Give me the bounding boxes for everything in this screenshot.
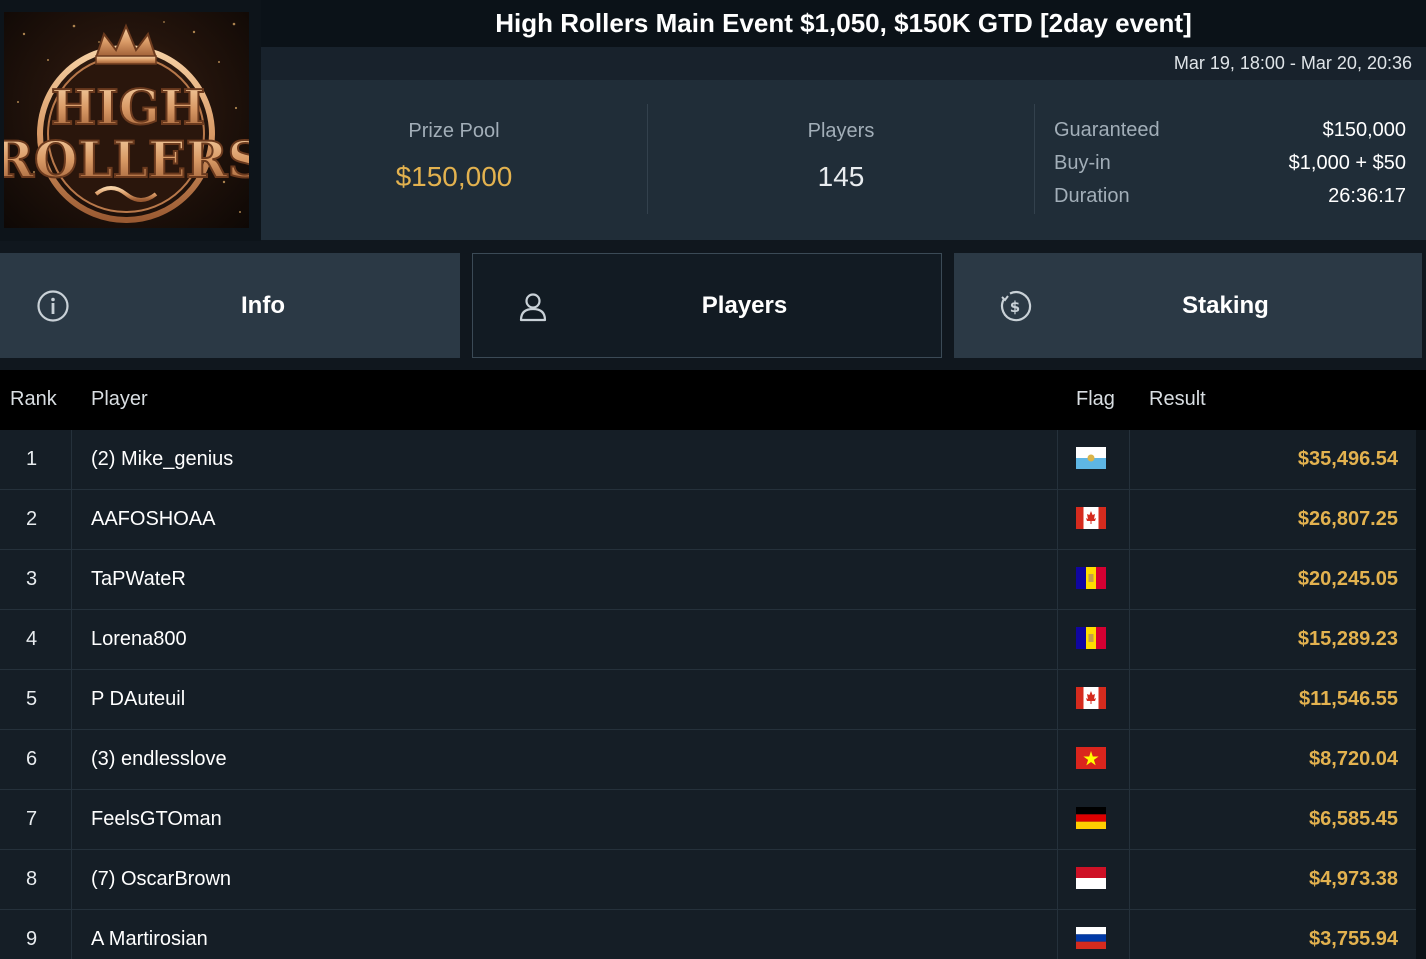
row-player-name[interactable]: AAFOSHOAA	[91, 490, 215, 549]
row-flag	[1057, 490, 1130, 549]
logo-text-high: HIGH	[51, 80, 205, 136]
detail-duration: Duration 26:36:17	[1054, 180, 1406, 213]
event-dates-text: Mar 19, 18:00 - Mar 20, 20:36	[1173, 53, 1412, 73]
row-rank: 8	[0, 850, 72, 909]
header-rank[interactable]: Rank	[10, 388, 57, 411]
row-rank: 6	[0, 730, 72, 789]
dollar-coin-icon: $	[1001, 291, 1032, 322]
row-player-name[interactable]: (2) Mike_genius	[91, 430, 233, 489]
row-player-name[interactable]: FeelsGTOman	[91, 790, 222, 849]
row-flag	[1057, 850, 1130, 909]
table-header: Rank Player Flag Result	[0, 370, 1416, 430]
table-row[interactable]: 2 AAFOSHOAA $26,807.25	[0, 490, 1416, 550]
detail-value: $150,000	[1322, 119, 1406, 141]
detail-buy-in: Buy-in $1,000 + $50	[1054, 147, 1406, 180]
row-result: $20,245.05	[1297, 568, 1398, 590]
row-player-name[interactable]: P DAuteuil	[91, 670, 185, 729]
detail-guaranteed: Guaranteed $150,000	[1054, 114, 1406, 147]
flag-vietnam-icon	[1076, 747, 1106, 769]
row-flag	[1057, 430, 1130, 489]
row-result: $3,755.94	[1309, 928, 1398, 950]
detail-value: $1,000 + $50	[1288, 152, 1406, 174]
header-flag[interactable]: Flag	[1076, 388, 1115, 411]
detail-key: Duration	[1054, 185, 1130, 207]
tab-info[interactable]: Info	[0, 253, 460, 358]
row-flag	[1057, 730, 1130, 789]
table-scrollbar[interactable]	[1416, 370, 1426, 959]
tab-staking[interactable]: $ Staking	[954, 253, 1422, 358]
row-player-name[interactable]: Lorena800	[91, 610, 187, 669]
prize-pool-stat: Prize Pool $150,000	[261, 104, 648, 214]
high-rollers-logo-image: HIGH ROLLERS	[4, 12, 249, 228]
flag-canada-icon	[1076, 507, 1106, 529]
row-result: $6,585.45	[1309, 808, 1398, 830]
event-title: High Rollers Main Event $1,050, $150K GT…	[261, 0, 1426, 47]
tab-players[interactable]: Players	[472, 253, 942, 358]
flag-russia-icon	[1076, 927, 1106, 949]
table-row[interactable]: 5 P DAuteuil $11,546.55	[0, 670, 1416, 730]
header-result[interactable]: Result	[1149, 388, 1206, 411]
event-stats-panel: Prize Pool $150,000 Players 145 Guarante…	[261, 80, 1426, 240]
detail-key: Buy-in	[1054, 152, 1111, 174]
scrollbar-thumb[interactable]	[1416, 370, 1426, 430]
table-row[interactable]: 4 Lorena800 $15,289.23	[0, 610, 1416, 670]
table-row[interactable]: 3 TaPWateR $20,245.05	[0, 550, 1416, 610]
row-flag	[1057, 790, 1130, 849]
row-result: $15,289.23	[1297, 628, 1398, 650]
row-rank: 3	[0, 550, 72, 609]
table-row[interactable]: 6 (3) endlesslove $8,720.04	[0, 730, 1416, 790]
row-rank: 5	[0, 670, 72, 729]
detail-key: Guaranteed	[1054, 119, 1160, 141]
row-flag	[1057, 910, 1130, 959]
flag-monaco-icon	[1076, 867, 1106, 889]
row-flag	[1057, 550, 1130, 609]
players-label: Players	[807, 120, 875, 142]
table-row[interactable]: 8 (7) OscarBrown $4,973.38	[0, 850, 1416, 910]
flag-san-marino-icon	[1076, 447, 1106, 469]
row-rank: 9	[0, 910, 72, 959]
row-player-name[interactable]: (7) OscarBrown	[91, 850, 231, 909]
players-results-table: Rank Player Flag Result 1 (2) Mike_genius…	[0, 370, 1426, 959]
flag-germany-icon	[1076, 807, 1106, 829]
row-result: $26,807.25	[1297, 508, 1398, 530]
info-icon	[37, 290, 69, 322]
row-rank: 7	[0, 790, 72, 849]
row-player-name[interactable]: A Martirosian	[91, 910, 208, 959]
event-dates: Mar 19, 18:00 - Mar 20, 20:36	[261, 47, 1426, 80]
row-rank: 2	[0, 490, 72, 549]
prize-pool-label: Prize Pool	[408, 120, 500, 142]
players-stat: Players 145	[648, 104, 1035, 214]
row-flag	[1057, 670, 1130, 729]
table-row[interactable]: 7 FeelsGTOman $6,585.45	[0, 790, 1416, 850]
row-result: $35,496.54	[1297, 448, 1398, 470]
players-count: 145	[817, 161, 865, 192]
row-result: $8,720.04	[1309, 748, 1398, 770]
user-icon	[519, 293, 547, 322]
detail-value: 26:36:17	[1328, 185, 1406, 207]
prize-pool-value: $150,000	[395, 161, 513, 192]
row-rank: 4	[0, 610, 72, 669]
row-player-name[interactable]: (3) endlesslove	[91, 730, 227, 789]
table-row[interactable]: 1 (2) Mike_genius $35,496.54	[0, 430, 1416, 490]
table-row[interactable]: 9 A Martirosian $3,755.94	[0, 910, 1416, 959]
event-details-list: Guaranteed $150,000 Buy-in $1,000 + $50 …	[1054, 114, 1406, 213]
svg-text:$: $	[1010, 298, 1020, 316]
flag-canada-icon	[1076, 687, 1106, 709]
row-result: $11,546.55	[1299, 688, 1398, 710]
logo-text-rollers: ROLLERS	[4, 130, 249, 189]
row-rank: 1	[0, 430, 72, 489]
header-player[interactable]: Player	[91, 388, 148, 411]
flag-andorra-icon	[1076, 627, 1106, 649]
row-player-name[interactable]: TaPWateR	[91, 550, 186, 609]
event-logo: HIGH ROLLERS	[0, 0, 261, 241]
row-flag	[1057, 610, 1130, 669]
row-result: $4,973.38	[1309, 868, 1398, 890]
flag-andorra-icon	[1076, 567, 1106, 589]
